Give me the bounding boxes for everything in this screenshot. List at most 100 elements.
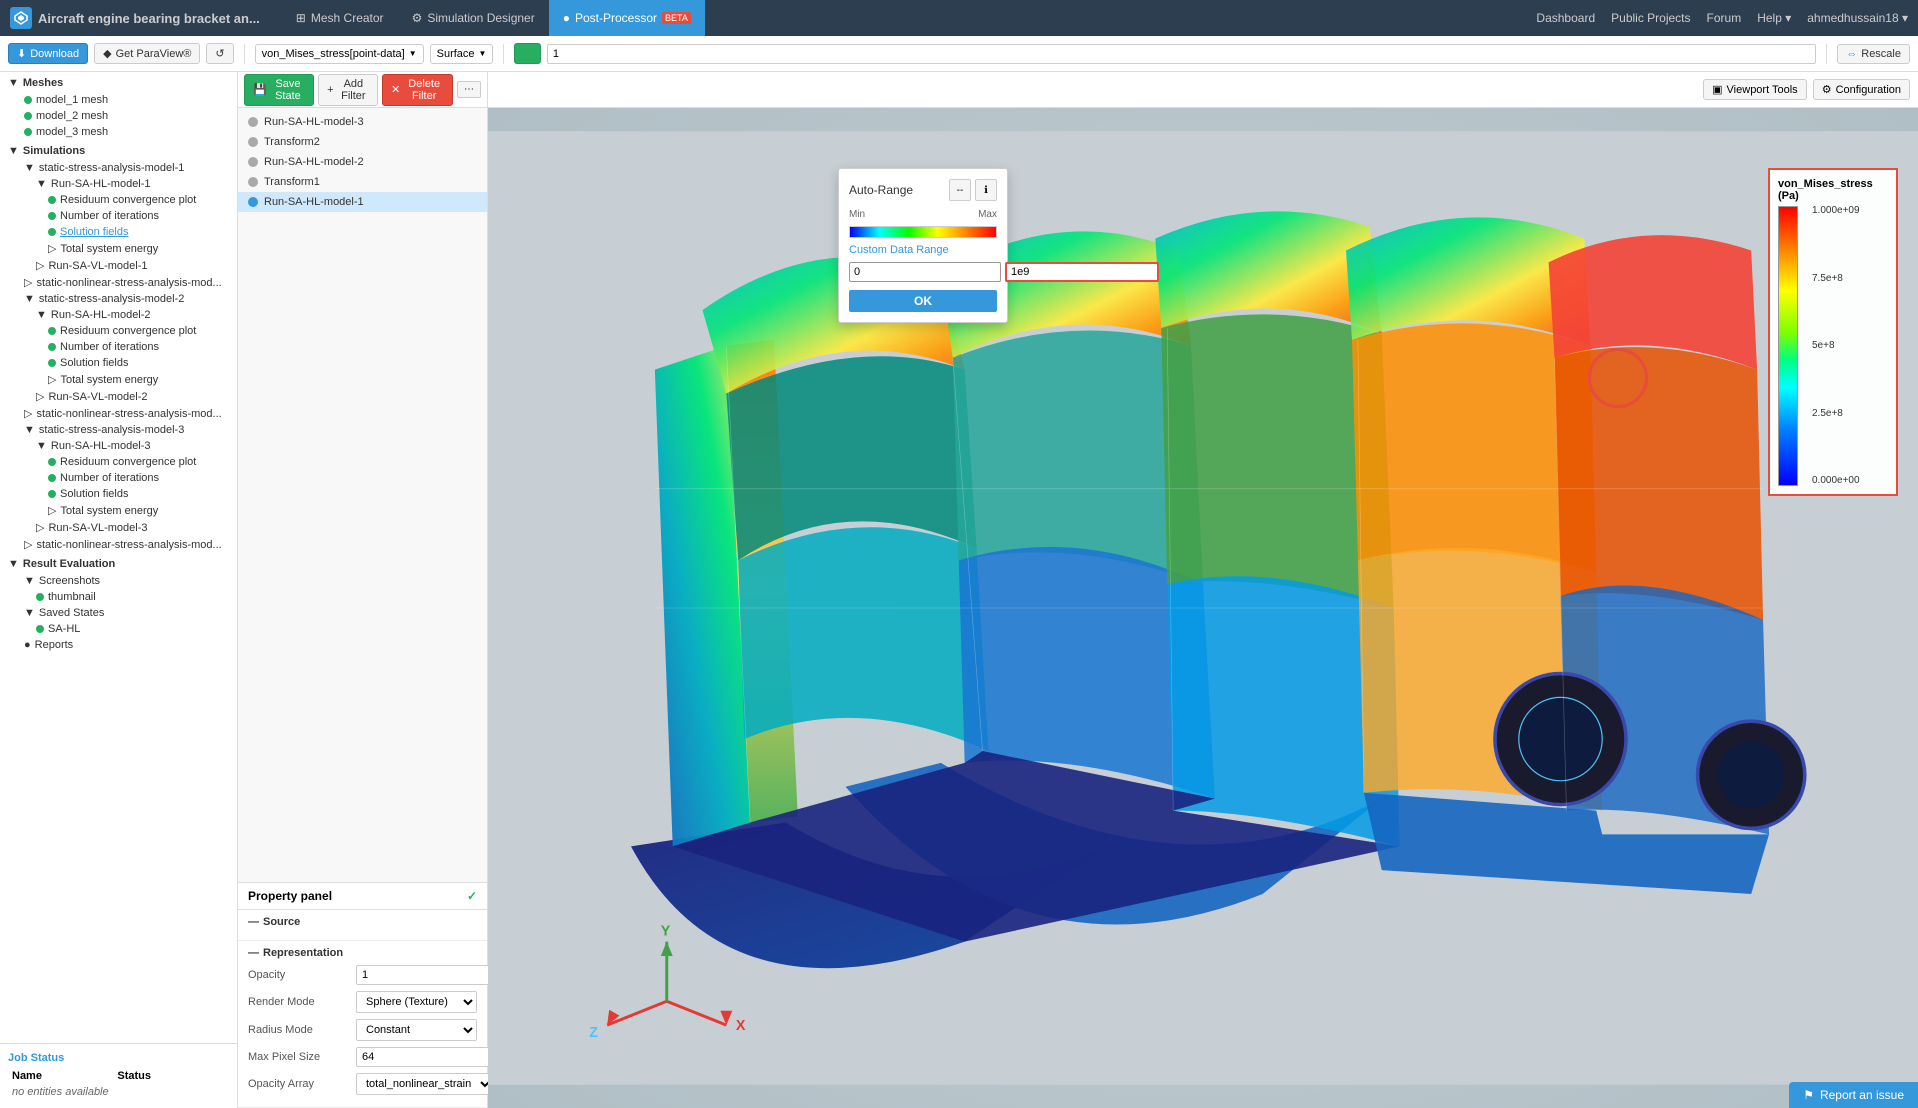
pipeline-item-3[interactable]: Run-SA-HL-model-2 xyxy=(238,152,487,172)
sa-hl-item[interactable]: SA-HL xyxy=(0,621,237,637)
max-value-input[interactable] xyxy=(1005,262,1159,282)
pipeline-item-2[interactable]: Transform2 xyxy=(238,132,487,152)
sim-energy-3[interactable]: ▷ Total system energy xyxy=(0,502,237,519)
mesh-model-3[interactable]: model_3 mesh xyxy=(0,124,237,140)
sim-residuum-2[interactable]: Residuum convergence plot xyxy=(0,323,237,339)
expand-icon10: ▷ xyxy=(48,373,56,386)
render-mode-select[interactable]: Sphere (Texture) xyxy=(356,991,477,1013)
public-projects-link[interactable]: Public Projects xyxy=(1611,11,1690,25)
app-logo[interactable]: Aircraft engine bearing bracket an... xyxy=(10,7,260,29)
user-dropdown[interactable]: ahmedhussain18 ▾ xyxy=(1807,11,1908,25)
sim-static-2[interactable]: ▼ static-stress-analysis-model-2 xyxy=(0,291,237,307)
visibility-icon xyxy=(248,177,258,187)
pipeline-item-4[interactable]: Transform1 xyxy=(238,172,487,192)
thumbnail-item[interactable]: thumbnail xyxy=(0,589,237,605)
info-icon-btn[interactable]: ℹ xyxy=(975,179,997,201)
expand-icon12: ▷ xyxy=(24,407,32,420)
sim-nonlinear-2[interactable]: ▷ static-nonlinear-stress-analysis-mod..… xyxy=(0,405,237,422)
popup-icons: -- ℹ xyxy=(949,179,997,201)
expand-icon15: ▷ xyxy=(48,504,56,517)
mesh-model-2[interactable]: model_2 mesh xyxy=(0,108,237,124)
expand-icon8: ▼ xyxy=(24,293,35,305)
frame-input[interactable] xyxy=(547,44,1816,64)
add-filter-button[interactable]: + Add Filter xyxy=(318,74,378,106)
reports-item[interactable]: ● Reports xyxy=(0,637,237,653)
min-value-input[interactable] xyxy=(849,262,1001,282)
meshes-title[interactable]: ▼ Meshes xyxy=(0,72,237,92)
auto-range-popup: Auto-Range -- ℹ Min Max xyxy=(838,168,1008,323)
radius-mode-row: Radius Mode Constant xyxy=(248,1019,477,1041)
expand-icon3: ▼ xyxy=(24,162,35,174)
sim-solution-1[interactable]: Solution fields xyxy=(0,224,237,240)
result-section: ▼ Result Evaluation ▼ Screenshots thumbn… xyxy=(0,553,237,653)
sim-run-vl-3[interactable]: ▷ Run-SA-VL-model-3 xyxy=(0,519,237,536)
opacity-input[interactable] xyxy=(356,965,510,985)
paraview-button[interactable]: ◆ Get ParaView® xyxy=(94,43,200,64)
legend-label-50: 5e+8 xyxy=(1812,341,1860,351)
tab-simulation[interactable]: ⚙ Simulation Designer xyxy=(398,0,549,36)
mesh-svg: X Y Z xyxy=(488,108,1918,1108)
download-button[interactable]: ⬇ Download xyxy=(8,43,88,64)
simulations-title[interactable]: ▼ Simulations xyxy=(0,140,237,160)
sim-run-vl-2[interactable]: ▷ Run-SA-VL-model-2 xyxy=(0,388,237,405)
sim-energy-2[interactable]: ▷ Total system energy xyxy=(0,371,237,388)
circle-icon: ● xyxy=(563,11,570,25)
sim-residuum-1[interactable]: Residuum convergence plot xyxy=(0,192,237,208)
radius-mode-select[interactable]: Constant xyxy=(356,1019,477,1041)
plus-icon: + xyxy=(327,84,333,96)
sim-nonlinear-3[interactable]: ▷ static-nonlinear-stress-analysis-mod..… xyxy=(0,536,237,553)
pipeline-item-1[interactable]: Run-SA-HL-model-3 xyxy=(238,112,487,132)
sim-run-hl-3[interactable]: ▼ Run-SA-HL-model-3 xyxy=(0,438,237,454)
sim-run-hl-2[interactable]: ▼ Run-SA-HL-model-2 xyxy=(0,307,237,323)
sim-static-3[interactable]: ▼ static-stress-analysis-model-3 xyxy=(0,422,237,438)
saved-states-item[interactable]: ▼ Saved States xyxy=(0,605,237,621)
tab-mesh[interactable]: ⊞ Mesh Creator xyxy=(282,0,398,36)
screenshots-item[interactable]: ▼ Screenshots xyxy=(0,573,237,589)
flag-icon: ⚑ xyxy=(1803,1088,1814,1102)
status-dot xyxy=(24,96,32,104)
custom-range-label: Custom Data Range xyxy=(849,244,997,256)
middle-panel: 💾 Save State + Add Filter ✕ Delete Filte… xyxy=(238,72,488,1108)
save-state-button[interactable]: 💾 Save State xyxy=(244,74,314,106)
dash-icon-btn[interactable]: -- xyxy=(949,179,971,201)
surface-dropdown[interactable]: Surface ▼ xyxy=(430,44,494,64)
sim-iterations-1[interactable]: Number of iterations xyxy=(0,208,237,224)
representation-title[interactable]: — Representation xyxy=(248,947,477,959)
sim-nonlinear-1[interactable]: ▷ static-nonlinear-stress-analysis-mod..… xyxy=(0,274,237,291)
sim-residuum-3[interactable]: Residuum convergence plot xyxy=(0,454,237,470)
forum-link[interactable]: Forum xyxy=(1707,11,1742,25)
sim-run-hl-1[interactable]: ▼ Run-SA-HL-model-1 xyxy=(0,176,237,192)
filter-dropdown[interactable]: von_Mises_stress[point-data] ▼ xyxy=(255,44,424,64)
report-issue-button[interactable]: ⚑ Report an issue xyxy=(1789,1082,1918,1108)
sim-iterations-2[interactable]: Number of iterations xyxy=(0,339,237,355)
mesh-model-1[interactable]: model_1 mesh xyxy=(0,92,237,108)
x-icon: ✕ xyxy=(391,83,400,96)
sim-solution-2[interactable]: Solution fields xyxy=(0,355,237,371)
sim-run-vl-1[interactable]: ▷ Run-SA-VL-model-1 xyxy=(0,257,237,274)
delete-filter-button[interactable]: ✕ Delete Filter xyxy=(382,74,453,106)
sim-iterations-3[interactable]: Number of iterations xyxy=(0,470,237,486)
pipeline-item-5[interactable]: Run-SA-HL-model-1 xyxy=(238,192,487,212)
property-panel-header[interactable]: Property panel ✓ xyxy=(238,883,487,910)
more-options-button[interactable]: ⋯ xyxy=(457,81,481,98)
play-button[interactable]: ▶ xyxy=(514,43,540,64)
ok-button[interactable]: OK xyxy=(849,290,997,312)
sim-static-1[interactable]: ▼ static-stress-analysis-model-1 xyxy=(0,160,237,176)
help-dropdown[interactable]: Help ▾ xyxy=(1757,11,1791,25)
viewport-tools-button[interactable]: ▣ Viewport Tools xyxy=(1703,79,1807,100)
source-title[interactable]: — Source xyxy=(248,916,477,928)
tab-post-processor[interactable]: ● Post-Processor BETA xyxy=(549,0,705,36)
refresh-button[interactable]: ↺ xyxy=(206,43,233,64)
configuration-button[interactable]: ⚙ Configuration xyxy=(1813,79,1910,100)
max-pixel-input[interactable] xyxy=(356,1047,510,1067)
chevron-down-icon-2: ▼ xyxy=(479,49,487,58)
viewport-canvas[interactable]: X Y Z xyxy=(488,108,1918,1108)
dashboard-link[interactable]: Dashboard xyxy=(1536,11,1595,25)
expand-icon13: ▼ xyxy=(24,424,35,436)
rescale-button[interactable]: ⇔ Rescale xyxy=(1837,44,1910,64)
result-title[interactable]: ▼ Result Evaluation xyxy=(0,553,237,573)
opacity-array-select[interactable]: total_nonlinear_strain xyxy=(356,1073,494,1095)
left-sidebar: ▼ Meshes model_1 mesh model_2 mesh model… xyxy=(0,72,238,1108)
sim-energy-1[interactable]: ▷ Total system energy xyxy=(0,240,237,257)
sim-solution-3[interactable]: Solution fields xyxy=(0,486,237,502)
